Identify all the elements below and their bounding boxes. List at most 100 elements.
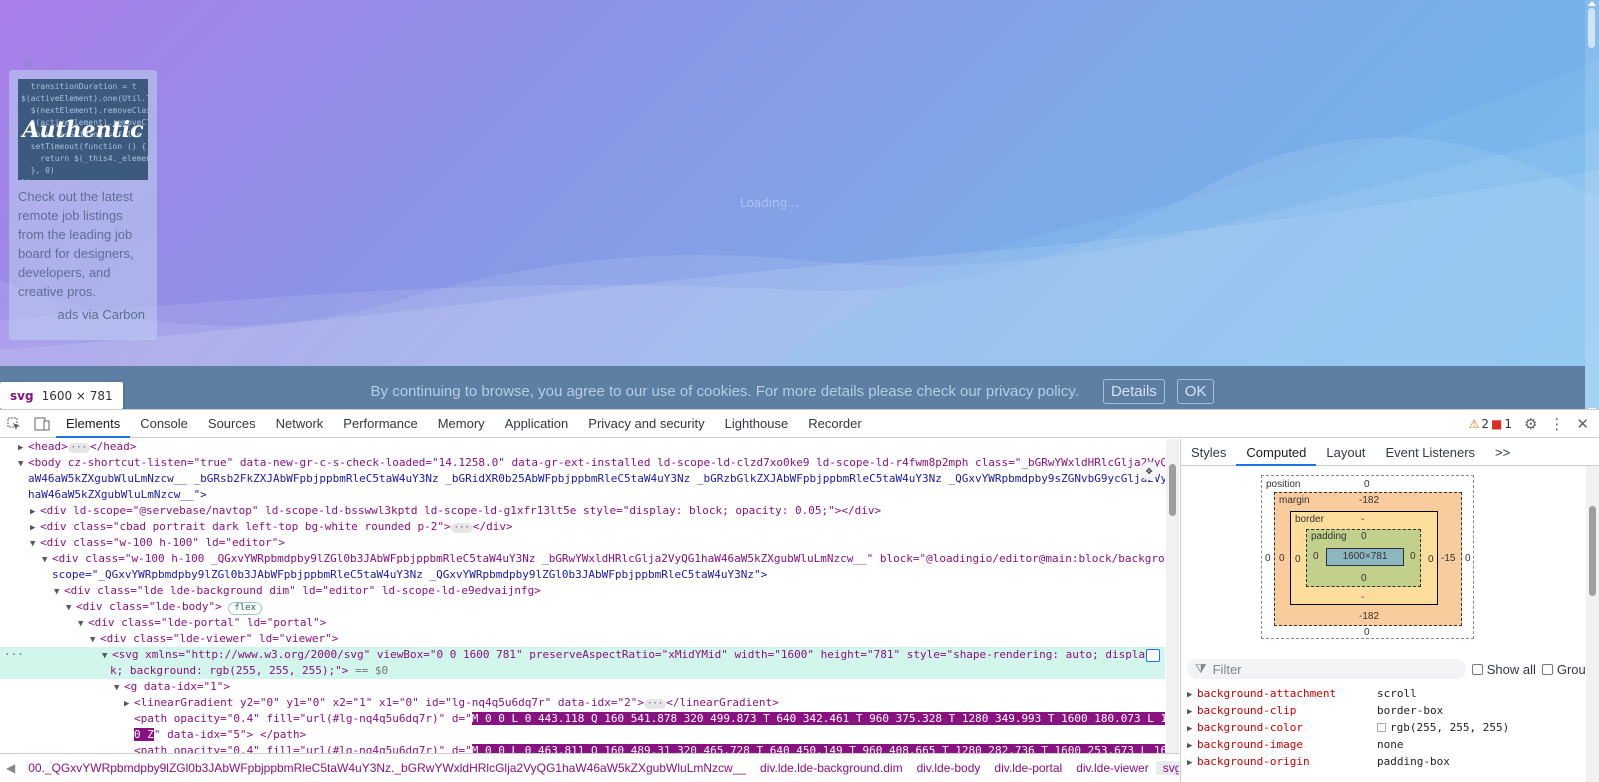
ad-description[interactable]: Check out the latest remote job listings… bbox=[18, 187, 148, 301]
flex-badge[interactable]: flex bbox=[228, 602, 263, 615]
dom-line-body-cont2[interactable]: haW46aW5kZXgubWluLmNzcw__"> bbox=[0, 487, 1165, 503]
tab-elements[interactable]: Elements bbox=[56, 410, 131, 438]
dom-line-lde-portal[interactable]: ▼ <div class="lde-portal" ld="portal"> bbox=[0, 615, 1165, 631]
page-scrollbar[interactable] bbox=[1585, 0, 1599, 417]
tab-memory[interactable]: Memory bbox=[428, 410, 495, 438]
dom-line-body-cont[interactable]: aW46aW5kZXgubWluLmNzcw__ _bGRsb2FkZXJAbW… bbox=[0, 471, 1165, 487]
inspect-element-icon[interactable] bbox=[0, 410, 28, 438]
show-all-checkbox[interactable]: Show all bbox=[1471, 662, 1536, 677]
filter-input[interactable]: ⧩ Filter bbox=[1187, 659, 1466, 679]
computed-prop-row[interactable]: ▶ background-attachment scroll bbox=[1181, 685, 1587, 702]
collapse-triangle-icon[interactable]: ▼ bbox=[42, 552, 52, 567]
expand-triangle-icon[interactable]: ▶ bbox=[18, 440, 28, 455]
dom-line-path-2[interactable]: <path opacity="0.4" fill="url(#lg-nq4q5u… bbox=[0, 743, 1165, 753]
tab-application[interactable]: Application bbox=[495, 410, 579, 438]
screenshot-node-icon[interactable] bbox=[1146, 649, 1160, 662]
collapse-triangle-icon[interactable]: ▼ bbox=[54, 584, 64, 599]
scroll-up-icon[interactable] bbox=[1588, 1, 1596, 6]
breadcrumb-item[interactable]: div.lde.lde-background.dim bbox=[753, 761, 910, 775]
close-icon[interactable]: × bbox=[25, 56, 33, 72]
tab-styles[interactable]: Styles bbox=[1181, 439, 1236, 466]
dock-icon[interactable]: ✥ bbox=[1140, 462, 1158, 480]
expand-triangle-icon[interactable]: ▶ bbox=[30, 520, 40, 535]
computed-prop-row[interactable]: ▶ background-color rgb(255, 255, 255) bbox=[1181, 719, 1587, 736]
border-bottom[interactable]: - bbox=[1361, 592, 1364, 603]
carbon-ad[interactable]: × transitionDuration = t $(activeElement… bbox=[9, 56, 157, 340]
close-devtools-icon[interactable]: ✕ bbox=[1576, 415, 1589, 433]
dom-line-lde[interactable]: ▼ <div class="lde lde-background dim" ld=… bbox=[0, 583, 1165, 599]
collapse-triangle-icon[interactable]: ▼ bbox=[114, 680, 124, 695]
expand-triangle-icon[interactable]: ▶ bbox=[1187, 755, 1197, 772]
position-bottom[interactable]: 0 bbox=[1364, 627, 1370, 638]
breadcrumb-left-icon[interactable]: ◀ bbox=[0, 761, 21, 775]
border-top[interactable]: - bbox=[1361, 514, 1364, 525]
computed-prop-row[interactable]: ▶ background-clip border-box bbox=[1181, 702, 1587, 719]
computed-prop-row[interactable]: ▶ background-origin padding-box bbox=[1181, 753, 1587, 770]
collapse-triangle-icon[interactable]: ▼ bbox=[90, 632, 100, 647]
padding-left[interactable]: 0 bbox=[1313, 551, 1319, 562]
position-left[interactable]: 0 bbox=[1265, 553, 1271, 564]
color-swatch-icon[interactable] bbox=[1377, 723, 1386, 732]
border-left[interactable]: 0 bbox=[1295, 554, 1301, 565]
dom-line-editor[interactable]: ▼ <div class="w-100 h-100" ld="editor"> bbox=[0, 535, 1165, 551]
collapsed-ellipsis-icon[interactable]: ··· bbox=[643, 699, 667, 709]
collapse-triangle-icon[interactable]: ▼ bbox=[66, 600, 76, 615]
breadcrumb-item-active[interactable]: svg bbox=[1155, 761, 1179, 775]
margin-top[interactable]: -182 bbox=[1359, 495, 1379, 506]
dom-line-svg-selected[interactable]: ··· ▼ <svg xmlns="http://www.w3.org/2000/s… bbox=[0, 647, 1165, 663]
collapsed-ellipsis-icon[interactable]: ··· bbox=[67, 443, 91, 453]
expand-triangle-icon[interactable]: ▶ bbox=[124, 696, 134, 711]
dom-line-editor-block[interactable]: ▼ <div class="w-100 h-100 _QGxvYWRpbmdpby… bbox=[0, 551, 1165, 567]
dom-line-g[interactable]: ▼ <g data-idx="1"> bbox=[0, 679, 1165, 695]
expand-triangle-icon[interactable]: ▶ bbox=[30, 504, 40, 519]
border-right[interactable]: 0 bbox=[1428, 554, 1434, 565]
issues-badge[interactable]: ⚠ 2 ■ 1 bbox=[1469, 417, 1512, 431]
tab-sources[interactable]: Sources bbox=[198, 410, 266, 438]
position-top[interactable]: 0 bbox=[1364, 479, 1370, 490]
collapse-triangle-icon[interactable]: ▼ bbox=[18, 456, 28, 471]
cookie-details-button[interactable]: Details bbox=[1102, 379, 1165, 404]
more-tabs-icon[interactable]: >> bbox=[1485, 439, 1520, 466]
dom-line-path-1[interactable]: <path opacity="0.4" fill="url(#lg-nq4q5u… bbox=[0, 711, 1165, 727]
breadcrumb-item[interactable]: div.lde-viewer bbox=[1069, 761, 1155, 775]
ad-image[interactable]: transitionDuration = t $(activeElement).… bbox=[18, 79, 148, 180]
device-toolbar-icon[interactable] bbox=[28, 410, 56, 438]
checkbox-icon[interactable] bbox=[1541, 663, 1553, 675]
dom-line-editor-block-cont[interactable]: scope="_QGxvYWRpbmdpby9lZGl0b3JAbWFpbjpp… bbox=[0, 567, 1165, 583]
collapse-triangle-icon[interactable]: ▼ bbox=[78, 616, 88, 631]
tab-performance[interactable]: Performance bbox=[333, 410, 427, 438]
dom-line-linear-gradient[interactable]: ▶ <linearGradient y2="0" y1="0" x2="1" x1… bbox=[0, 695, 1165, 711]
margin-left[interactable]: 0 bbox=[1279, 553, 1285, 564]
dom-line-lde-viewer[interactable]: ▼ <div class="lde-viewer" ld="viewer"> bbox=[0, 631, 1165, 647]
checkbox-icon[interactable] bbox=[1471, 663, 1483, 675]
elements-tree[interactable]: ▶ <head> ··· </head> ▼ <body cz-shortcut-lis… bbox=[0, 439, 1179, 753]
tab-computed[interactable]: Computed bbox=[1236, 439, 1317, 466]
breadcrumb-item[interactable]: 00._QGxvYWRpbmdpby9lZGl0b3JAbWFpbjppbmRl… bbox=[21, 761, 753, 775]
collapse-triangle-icon[interactable]: ▼ bbox=[30, 536, 40, 551]
ad-via-link[interactable]: ads via Carbon bbox=[58, 307, 145, 322]
dom-line-navtop[interactable]: ▶ <div ld-scope="@servebase/navtop" ld-sc… bbox=[0, 503, 1165, 519]
margin-right[interactable]: -15 bbox=[1441, 553, 1455, 564]
dom-line-lde-body[interactable]: ▼ <div class="lde-body"> flex bbox=[0, 599, 1165, 615]
settings-gear-icon[interactable]: ⚙ bbox=[1524, 415, 1537, 433]
breadcrumb-item[interactable]: div.lde-portal bbox=[987, 761, 1069, 775]
dom-line-body[interactable]: ▼ <body cz-shortcut-listen="true" data-ne… bbox=[0, 455, 1165, 471]
tab-network[interactable]: Network bbox=[266, 410, 334, 438]
position-right[interactable]: 0 bbox=[1465, 553, 1471, 564]
tab-layout[interactable]: Layout bbox=[1316, 439, 1375, 466]
dom-line-head[interactable]: ▶ <head> ··· </head> bbox=[0, 439, 1165, 455]
scrollbar-thumb[interactable] bbox=[1589, 506, 1596, 596]
tab-event-listeners[interactable]: Event Listeners bbox=[1375, 439, 1485, 466]
collapse-triangle-icon[interactable]: ▼ bbox=[102, 648, 112, 663]
dom-line-svg-cont[interactable]: k; background: rgb(255, 255, 255);"> == … bbox=[0, 663, 1165, 679]
padding-top[interactable]: 0 bbox=[1361, 531, 1367, 542]
tab-console[interactable]: Console bbox=[130, 410, 198, 438]
scrollbar-thumb[interactable] bbox=[1169, 464, 1176, 516]
dom-line-path-1-cont[interactable]: 0 Z" data-idx="5"> </path> bbox=[0, 727, 1165, 743]
padding-bottom[interactable]: 0 bbox=[1361, 573, 1367, 584]
more-options-icon[interactable]: ⋮ bbox=[1549, 415, 1564, 433]
padding-right[interactable]: 0 bbox=[1410, 551, 1416, 562]
dom-line-cbad[interactable]: ▶ <div class="cbad portrait dark left-top… bbox=[0, 519, 1165, 535]
cookie-ok-button[interactable]: OK bbox=[1176, 379, 1215, 404]
breadcrumb-item[interactable]: div.lde-body bbox=[910, 761, 988, 775]
